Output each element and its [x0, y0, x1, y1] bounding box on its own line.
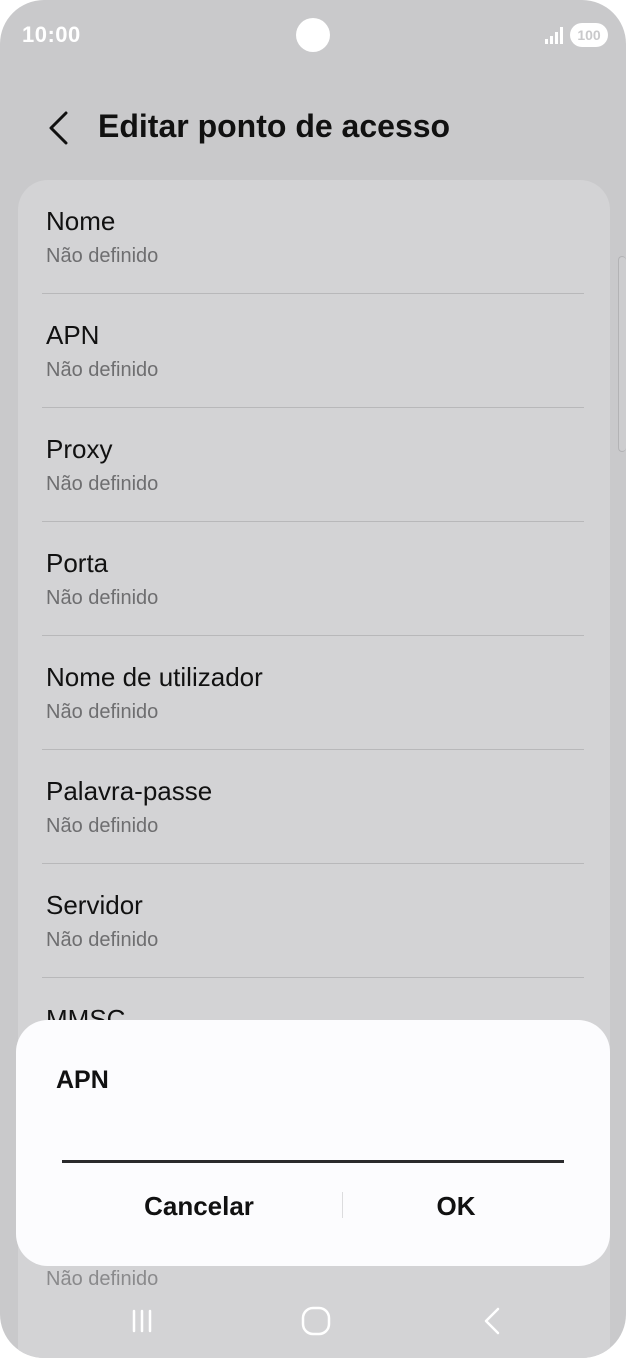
- chevron-left-icon: [49, 111, 68, 145]
- setting-title: Proxy: [46, 434, 113, 464]
- setting-item-nome-de-utilizador[interactable]: Nome de utilizador Não definido: [18, 636, 610, 750]
- setting-value: Não definido: [46, 473, 159, 495]
- setting-title: Servidor: [46, 890, 143, 920]
- setting-item-palavra-passe[interactable]: Palavra-passe Não definido: [18, 750, 610, 864]
- nav-back-button[interactable]: [472, 1304, 512, 1338]
- setting-item-servidor[interactable]: Servidor Não definido: [18, 864, 610, 978]
- back-button[interactable]: [36, 106, 80, 150]
- setting-value: Não definido: [46, 701, 159, 723]
- navigation-bar: [0, 1296, 626, 1346]
- status-bar: 10:00 100: [0, 0, 626, 72]
- recent-apps-button[interactable]: [122, 1304, 162, 1338]
- dialog-title: APN: [56, 1066, 109, 1094]
- setting-title: APN: [46, 320, 100, 350]
- battery-icon: 100: [570, 23, 608, 47]
- back-icon: [484, 1307, 500, 1335]
- setting-item-porta[interactable]: Porta Não definido: [18, 522, 610, 636]
- setting-item-apn[interactable]: APN Não definido: [18, 294, 610, 408]
- phone-screen: 10:00 100 Editar ponto de acesso Nome Nã…: [0, 0, 626, 1358]
- apn-input[interactable]: [62, 1120, 564, 1163]
- scroll-handle[interactable]: [618, 256, 626, 452]
- setting-title: Nome de utilizador: [46, 662, 263, 692]
- status-time: 10:00: [22, 22, 81, 47]
- setting-item-proxy[interactable]: Proxy Não definido: [18, 408, 610, 522]
- home-icon: [301, 1306, 331, 1336]
- page-title: Editar ponto de acesso: [98, 108, 451, 144]
- home-button[interactable]: [296, 1304, 336, 1338]
- ok-button[interactable]: OK: [306, 1178, 606, 1234]
- setting-title: Nome: [46, 206, 116, 236]
- setting-value: Não definido: [46, 587, 159, 609]
- setting-value: Não definido: [46, 929, 159, 951]
- setting-title: Palavra-passe: [46, 776, 213, 806]
- recent-apps-icon: [132, 1309, 152, 1333]
- setting-value: Não definido: [46, 359, 159, 381]
- setting-value: Não definido: [46, 1268, 159, 1290]
- setting-title: Porta: [46, 548, 109, 578]
- setting-item-nome[interactable]: Nome Não definido: [18, 180, 610, 294]
- setting-value: Não definido: [46, 245, 159, 267]
- camera-cutout: [296, 18, 330, 52]
- signal-icon: [545, 27, 563, 44]
- apn-dialog: APN Cancelar OK: [16, 1020, 610, 1266]
- setting-value: Não definido: [46, 815, 159, 837]
